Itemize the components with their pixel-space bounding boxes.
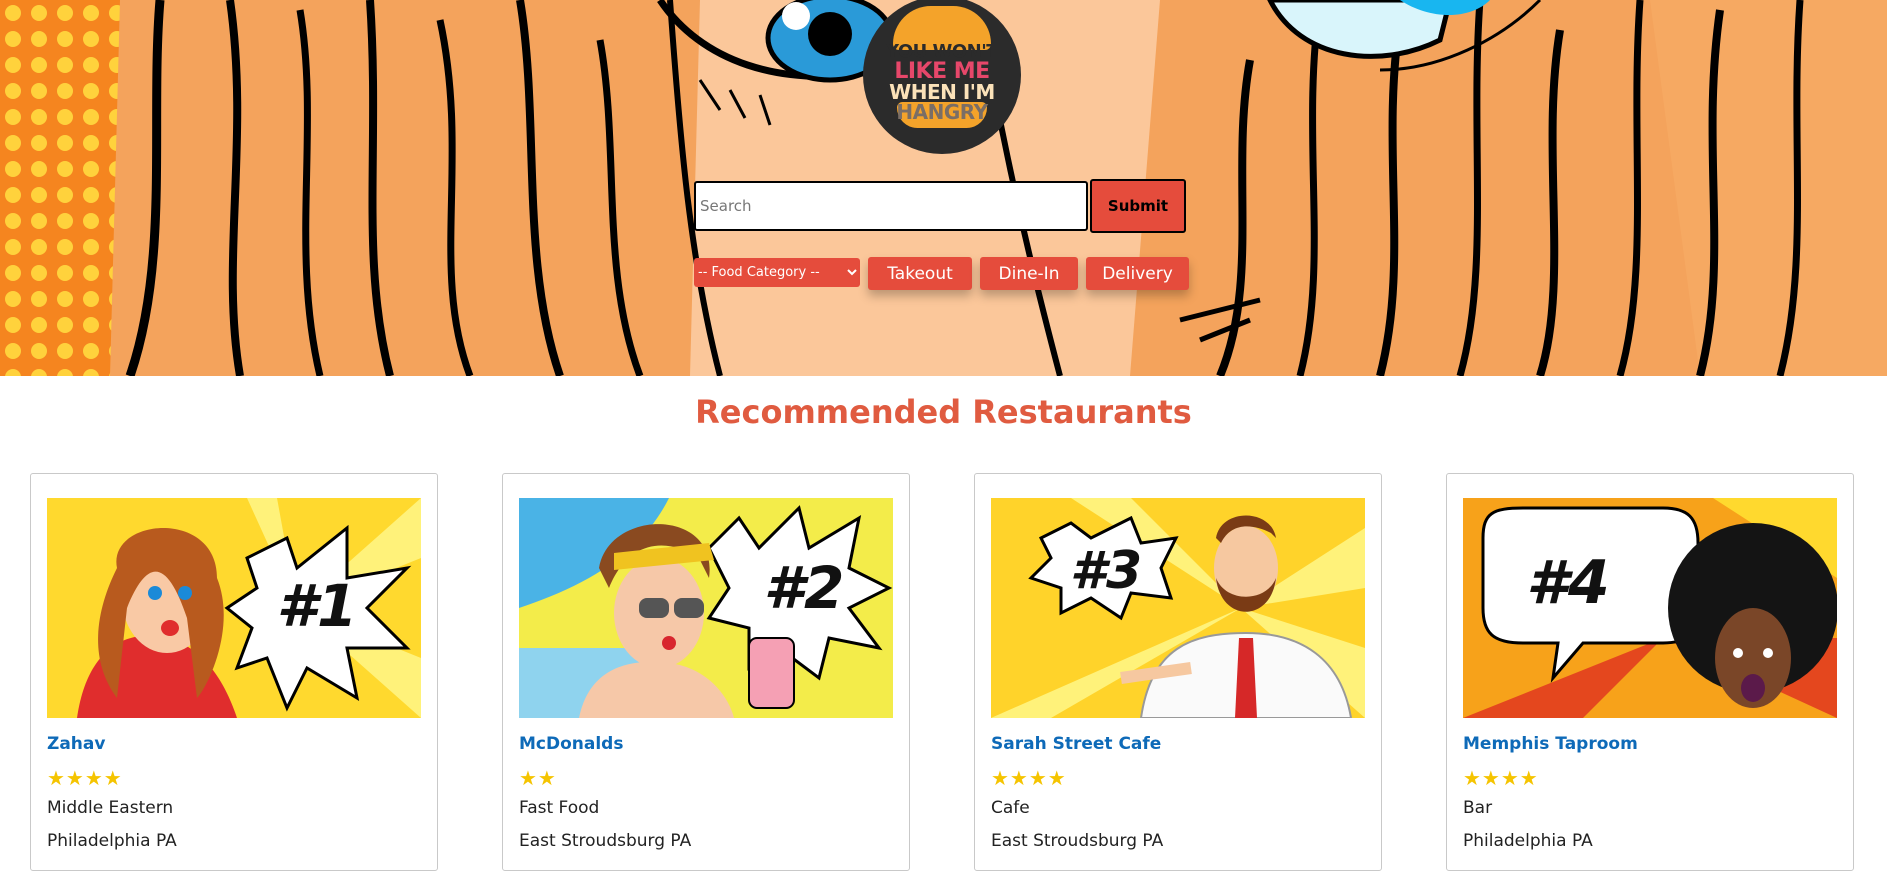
restaurant-card-list: #1 Zahav ★★★★ Middle Eastern Philadelphi… [30, 473, 1854, 871]
hero-banner: YOU WON'T LIKE ME WHEN I'M HANGRY Submit… [0, 0, 1887, 376]
restaurant-cuisine: Bar [1463, 798, 1493, 818]
delivery-button[interactable]: Delivery [1086, 257, 1189, 290]
dine-in-button[interactable]: Dine-In [980, 257, 1078, 290]
rating-stars: ★★★★ [1463, 766, 1539, 790]
restaurant-location: East Stroudsburg PA [519, 831, 692, 851]
restaurant-image[interactable]: #1 [47, 498, 421, 718]
badge-text: #4 [1526, 548, 1610, 618]
section-title: Recommended Restaurants [695, 393, 1192, 431]
restaurant-name-link[interactable]: Zahav [47, 734, 421, 756]
filter-bar: -- Food Category -- Takeout Dine-In Deli… [694, 257, 1189, 290]
restaurant-cuisine: Fast Food [519, 798, 600, 818]
logo-text-line-3: WHEN I'M [889, 80, 995, 104]
restaurant-cuisine: Cafe [991, 798, 1030, 818]
restaurant-card[interactable]: #3 Sarah Street Cafe ★★★★ Cafe East Stro… [974, 473, 1382, 871]
restaurant-card[interactable]: #2 McDonalds ★★ Fast Food East Stroudsbu… [502, 473, 910, 871]
restaurant-location: Philadelphia PA [47, 831, 177, 851]
restaurant-card[interactable]: #4 Memphis Taproom ★★★★ Bar Philadelphia… [1446, 473, 1854, 871]
badge-text: #3 [1070, 541, 1142, 601]
restaurant-location: Philadelphia PA [1463, 831, 1593, 851]
restaurant-name-link[interactable]: McDonalds [519, 734, 893, 756]
search-bar: Submit [694, 179, 1186, 233]
restaurant-image[interactable]: #2 [519, 498, 893, 718]
restaurant-cuisine: Middle Eastern [47, 798, 174, 818]
rating-stars: ★★★★ [47, 766, 123, 790]
restaurant-name-link[interactable]: Sarah Street Cafe [991, 734, 1365, 756]
restaurant-card[interactable]: #1 Zahav ★★★★ Middle Eastern Philadelphi… [30, 473, 438, 871]
hangry-logo[interactable]: YOU WON'T LIKE ME WHEN I'M HANGRY [863, 0, 1021, 154]
rating-stars: ★★★★ [991, 766, 1067, 790]
restaurant-image[interactable]: #3 [991, 498, 1365, 718]
badge-text: #2 [764, 554, 845, 622]
restaurant-image[interactable]: #4 [1463, 498, 1837, 718]
badge-text: #1 [277, 572, 358, 640]
logo-text-line-4: HANGRY [896, 100, 988, 124]
takeout-button[interactable]: Takeout [868, 257, 972, 290]
food-category-select[interactable]: -- Food Category -- [694, 258, 860, 287]
submit-button[interactable]: Submit [1090, 179, 1186, 233]
logo-text-line-2: LIKE ME [894, 59, 990, 84]
rating-stars: ★★ [519, 766, 557, 790]
restaurant-name-link[interactable]: Memphis Taproom [1463, 734, 1837, 756]
search-input[interactable] [694, 181, 1088, 231]
restaurant-location: East Stroudsburg PA [991, 831, 1164, 851]
